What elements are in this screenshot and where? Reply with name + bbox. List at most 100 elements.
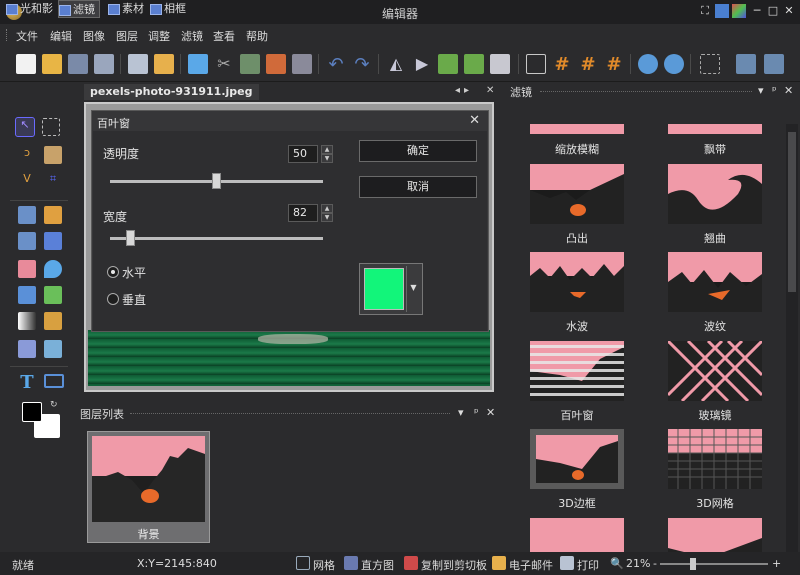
filter-thumb-next-1[interactable] [530, 518, 624, 552]
gradient-tool-icon[interactable] [18, 312, 36, 330]
layer-item[interactable]: 背景 [87, 431, 210, 543]
print-icon[interactable] [128, 54, 148, 74]
replace-color-icon[interactable] [18, 340, 36, 358]
close-button[interactable]: ✕ [782, 4, 796, 18]
flip-vertical-icon[interactable]: ▶ [412, 54, 432, 74]
zoom-slider-thumb[interactable] [690, 558, 696, 570]
maximize-button[interactable]: □ [766, 4, 780, 18]
filters-panel-menu-icon[interactable]: ▾ [758, 84, 764, 97]
filters-scrollbar[interactable] [786, 124, 798, 552]
grid-hash-icon-3[interactable]: # [604, 54, 624, 75]
grid-hash-icon-1[interactable]: # [552, 54, 572, 75]
text-tool-icon[interactable]: T [18, 372, 36, 393]
polygon-lasso-icon[interactable]: ᐯ [18, 172, 36, 190]
print-label[interactable]: 打印 [577, 557, 599, 573]
ok-button[interactable]: 确定 [359, 140, 477, 162]
airbrush-icon[interactable] [44, 232, 62, 250]
transform-icon[interactable] [490, 54, 510, 74]
document-tab[interactable]: pexels-photo-931911.jpeg [84, 84, 259, 100]
width-slider-track[interactable] [110, 237, 323, 240]
grid-toggle-icon[interactable] [296, 556, 310, 570]
minimize-button[interactable]: ─ [750, 4, 764, 18]
new-file-icon[interactable] [16, 54, 36, 74]
rotate-left-icon[interactable] [438, 54, 458, 74]
tab-filters[interactable]: 滤镜 [58, 0, 100, 18]
menu-image[interactable]: 图像 [83, 28, 105, 44]
tab-light-shadow[interactable]: 光和影 [6, 0, 53, 18]
opacity-input[interactable]: 50 [288, 145, 318, 163]
fullscreen-icon[interactable]: ⛶ [698, 4, 712, 18]
paint-bucket-icon[interactable] [18, 286, 36, 304]
sharpen-icon[interactable] [44, 286, 62, 304]
histogram-icon[interactable] [344, 556, 358, 570]
zoom-in-icon[interactable] [638, 54, 658, 74]
filter-thumb-warp[interactable] [668, 164, 762, 224]
menu-adjust[interactable]: 调整 [148, 28, 170, 44]
filter-thumb-next-2[interactable] [668, 518, 762, 552]
move-tool-icon[interactable]: ↖ [15, 117, 35, 137]
layers-panel-pin-icon[interactable]: ᵖ [474, 406, 479, 419]
filter-thumb-3d-border[interactable] [530, 429, 624, 489]
width-stepper[interactable]: ▲ ▼ [321, 204, 333, 222]
filter-thumb-3d-grid[interactable] [668, 429, 762, 489]
color-picker[interactable]: ▼ [359, 263, 423, 315]
marquee-tool-icon[interactable] [42, 118, 60, 136]
paste-icon[interactable] [240, 54, 260, 74]
width-slider-thumb[interactable] [126, 230, 136, 246]
histogram-label[interactable]: 直方图 [361, 557, 394, 573]
filters-panel-pin-icon[interactable]: ᵖ [772, 84, 777, 97]
menu-help[interactable]: 帮助 [246, 28, 268, 44]
filters-scrollbar-thumb[interactable] [788, 132, 796, 292]
fit-window-icon[interactable] [736, 54, 756, 74]
menu-filter[interactable]: 滤镜 [181, 28, 203, 44]
eraser-icon[interactable] [18, 260, 36, 278]
blur-drop-icon[interactable] [44, 260, 62, 278]
layers-panel-menu-icon[interactable]: ▾ [458, 406, 464, 419]
tab-close-icon[interactable]: ✕ [486, 85, 494, 96]
filter-thumb-ripple[interactable] [668, 252, 762, 312]
opacity-slider-thumb[interactable] [212, 173, 221, 189]
flip-horizontal-icon[interactable]: ◭ [386, 54, 406, 74]
save-icon[interactable] [68, 54, 88, 74]
filter-thumb-blinds[interactable] [530, 341, 624, 401]
tab-frames[interactable]: 相框 [150, 0, 186, 18]
grid-icon[interactable] [526, 54, 546, 74]
filter-thumb-glass[interactable] [668, 341, 762, 401]
vertical-radio[interactable] [107, 293, 119, 305]
theme-icon[interactable] [732, 4, 746, 18]
dialog-close-icon[interactable]: ✕ [469, 113, 480, 128]
grid-hash-icon-2[interactable]: # [578, 54, 598, 75]
redo-icon[interactable]: ↷ [352, 54, 372, 75]
menu-layer[interactable]: 图层 [116, 28, 138, 44]
brush-icon[interactable] [18, 232, 36, 250]
layer-icon[interactable] [292, 54, 312, 74]
rotate-right-icon[interactable] [464, 54, 484, 74]
grid-toggle-label[interactable]: 网格 [313, 557, 335, 573]
actual-size-icon[interactable] [764, 54, 784, 74]
pencil-icon[interactable] [44, 206, 62, 224]
open-folder-icon[interactable] [42, 54, 62, 74]
copy-clipboard-label[interactable]: 复制到剪切板 [421, 557, 487, 573]
lasso-tool-icon[interactable]: ↄ [18, 146, 36, 164]
skin-icon[interactable] [715, 4, 729, 18]
cancel-button[interactable]: 取消 [359, 176, 477, 198]
rectangle-tool-icon[interactable] [44, 374, 64, 388]
filter-thumb-ribbon[interactable] [668, 124, 762, 134]
tab-prev-icon[interactable]: ◂ [455, 85, 460, 96]
opacity-stepper[interactable]: ▲ ▼ [321, 145, 333, 163]
menu-edit[interactable]: 编辑 [50, 28, 72, 44]
crop-tool-icon[interactable]: ⌗ [44, 172, 62, 190]
email-status-icon[interactable] [492, 556, 506, 570]
email-icon[interactable] [154, 54, 174, 74]
tab-next-icon[interactable]: ▸ [464, 85, 469, 96]
copy-icon[interactable] [188, 54, 208, 74]
zoom-minus-button[interactable]: - [653, 557, 657, 570]
color-swatch[interactable] [364, 268, 404, 310]
foreground-color-swatch[interactable] [22, 402, 42, 422]
select-icon[interactable] [700, 54, 720, 74]
menu-file[interactable]: 文件 [16, 28, 38, 44]
filter-thumb-zoom-blur[interactable] [530, 124, 624, 134]
layers-panel-close-icon[interactable]: ✕ [486, 406, 495, 419]
print-status-icon[interactable] [560, 556, 574, 570]
cut-icon[interactable]: ✂ [214, 54, 234, 74]
